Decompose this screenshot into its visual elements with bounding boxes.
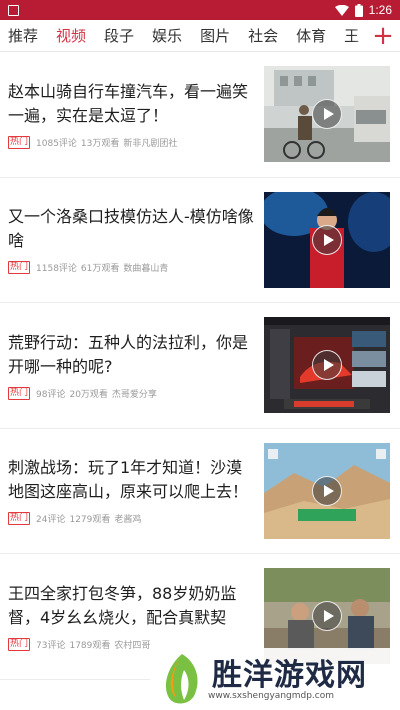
list-item[interactable]: 刺激战场：玩了1年才知道！沙漠地图这座高山，原来可以爬上去！ 热门 24评论 1…: [0, 429, 400, 554]
view-count: 1789观看: [69, 640, 111, 651]
status-time: 1:26: [368, 3, 392, 17]
video-thumbnail[interactable]: [264, 66, 390, 163]
watermark: 胜洋游戏网 www.sxshengyangmdp.com: [150, 648, 400, 710]
comment-count: 73评论: [36, 640, 66, 651]
list-item[interactable]: 荒野行动：五种人的法拉利，你是开哪一种的呢? 热门 98评论 20万观看 杰哥爱…: [0, 303, 400, 429]
video-thumbnail[interactable]: [264, 442, 390, 539]
author-name[interactable]: 农村四哥: [114, 638, 150, 651]
plus-icon: +: [372, 20, 394, 51]
tab-pictures[interactable]: 图片: [191, 20, 239, 51]
item-title: 荒野行动：五种人的法拉利，你是开哪一种的呢?: [8, 332, 249, 376]
item-title: 又一个洛桑口技模仿达人-模仿啥像啥: [8, 207, 254, 251]
author-name[interactable]: 老酱鸡: [114, 512, 141, 525]
watermark-logo-icon: [165, 654, 198, 704]
tab-recommend[interactable]: 推荐: [0, 20, 47, 51]
hot-badge: 热门: [8, 637, 31, 651]
tab-entertainment[interactable]: 娱乐: [143, 20, 191, 51]
comment-count: 98评论: [36, 389, 66, 400]
item-title: 刺激战场：玩了1年才知道！沙漠地图这座高山，原来可以爬上去！: [8, 458, 249, 502]
add-channel-button[interactable]: +: [366, 20, 400, 51]
tab-society[interactable]: 社会: [239, 20, 287, 51]
hot-badge: 热门: [8, 386, 31, 400]
hot-badge: 热门: [8, 261, 31, 275]
tab-sports[interactable]: 体育: [287, 20, 335, 51]
status-bar: 1:26: [0, 0, 400, 20]
author-name[interactable]: 数曲暮山青: [123, 261, 168, 274]
view-count: 61万观看: [80, 264, 120, 275]
wifi-icon: [334, 4, 349, 16]
tab-video[interactable]: 视频: [47, 20, 95, 51]
notification-icon: [8, 4, 19, 16]
tab-more[interactable]: 王: [335, 20, 368, 51]
list-item[interactable]: 赵本山骑自行车撞汽车，看一遍笑一遍，实在是太逗了！ 热门 1085评论 13万观…: [0, 52, 400, 178]
hot-badge: 热门: [8, 135, 31, 149]
watermark-title: 胜洋游戏网: [212, 658, 367, 693]
play-icon: [312, 475, 342, 506]
comment-count: 24评论: [36, 515, 66, 526]
battery-icon: [354, 3, 363, 17]
video-thumbnail[interactable]: [264, 191, 390, 288]
hot-badge: 热门: [8, 512, 31, 526]
view-count: 13万观看: [80, 138, 120, 149]
comment-count: 1085评论: [36, 138, 77, 149]
watermark-url: www.sxshengyangmdp.com: [208, 691, 335, 701]
tab-jokes[interactable]: 段子: [95, 20, 143, 51]
comment-count: 1158评论: [36, 264, 77, 275]
view-count: 1279观看: [69, 515, 111, 526]
video-feed: 赵本山骑自行车撞汽车，看一遍笑一遍，实在是太逗了！ 热门 1085评论 13万观…: [0, 52, 400, 680]
list-item[interactable]: 又一个洛桑口技模仿达人-模仿啥像啥 热门 1158评论 61万观看 数曲暮山青: [0, 178, 400, 303]
author-name[interactable]: 新非凡剧团社: [123, 136, 177, 149]
item-title: 赵本山骑自行车撞汽车，看一遍笑一遍，实在是太逗了！: [8, 81, 249, 125]
category-tabs: 推荐 视频 段子 娱乐 图片 社会 体育 王 +: [0, 20, 400, 52]
play-icon: [312, 224, 342, 255]
view-count: 20万观看: [69, 389, 108, 400]
item-title: 王四全家打包冬笋，88岁奶奶监督，4岁幺幺烧火，配合真默契: [8, 583, 237, 627]
author-name[interactable]: 杰哥爱分享: [112, 387, 157, 400]
video-thumbnail[interactable]: [264, 317, 390, 414]
